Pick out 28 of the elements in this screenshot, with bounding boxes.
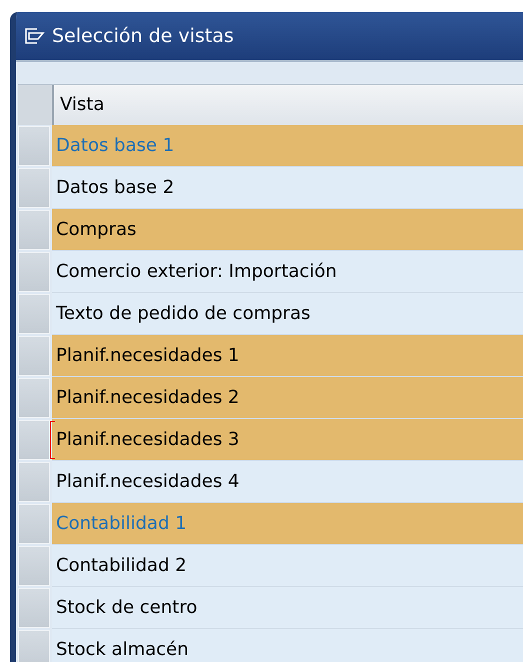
edit-form-icon xyxy=(24,27,46,45)
row-selector[interactable] xyxy=(18,168,50,208)
row-selector[interactable] xyxy=(18,378,50,418)
window-title: Selección de vistas xyxy=(52,25,234,47)
table-cell[interactable]: Stock de centro xyxy=(52,587,523,629)
table-cell[interactable]: Planif.necesidades 1 xyxy=(52,335,523,377)
row-selector[interactable] xyxy=(18,588,50,628)
table-cell[interactable]: Planif.necesidades 3 xyxy=(52,419,523,461)
table-cell[interactable]: Planif.necesidades 4 xyxy=(52,461,523,503)
row-selector[interactable] xyxy=(18,252,50,292)
table-cell[interactable]: Texto de pedido de compras xyxy=(52,293,523,335)
table-cell[interactable]: Datos base 2 xyxy=(52,167,523,209)
select-all-button[interactable] xyxy=(18,85,54,125)
row-selector[interactable] xyxy=(18,630,50,662)
row-selector[interactable] xyxy=(18,420,50,460)
table-cell[interactable]: Compras xyxy=(52,209,523,251)
column-header[interactable]: Vista xyxy=(54,85,523,125)
row-selector[interactable] xyxy=(18,210,50,250)
row-selector[interactable] xyxy=(18,294,50,334)
row-selector[interactable] xyxy=(18,336,50,376)
table-cell[interactable]: Comercio exterior: Importación xyxy=(52,251,523,293)
table-cell[interactable]: Stock almacén xyxy=(52,629,523,662)
row-selector[interactable] xyxy=(18,126,50,166)
row-selector[interactable] xyxy=(18,462,50,502)
table-cell[interactable]: Contabilidad 2 xyxy=(52,545,523,587)
table-cell[interactable]: Planif.necesidades 2 xyxy=(52,377,523,419)
row-selector[interactable] xyxy=(18,504,50,544)
row-selector[interactable] xyxy=(18,546,50,586)
